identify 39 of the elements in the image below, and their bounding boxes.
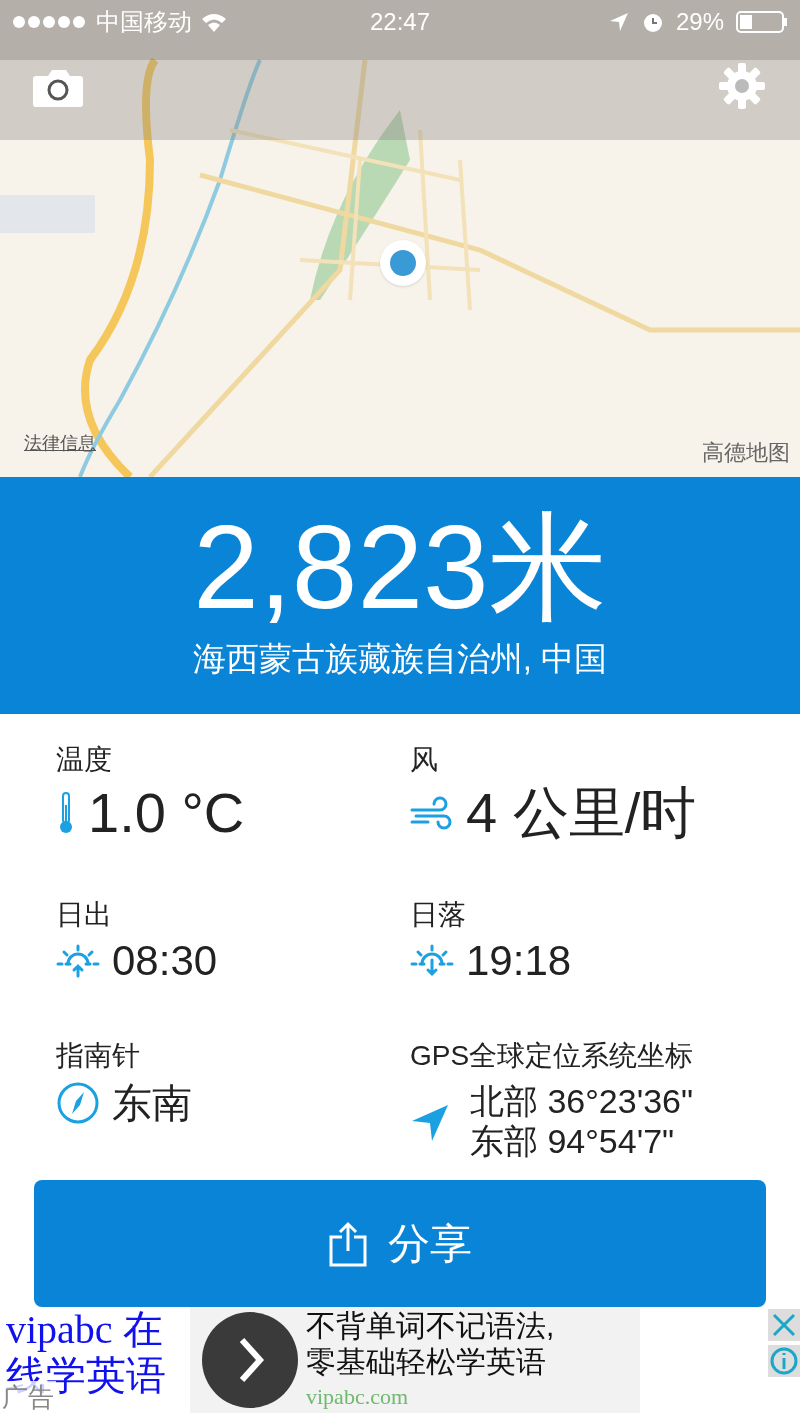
- stat-label: 温度: [56, 743, 113, 777]
- stat-label: GPS全球定位系统坐标: [410, 1039, 695, 1073]
- stat-label: 指南针: [56, 1039, 141, 1073]
- legal-info-link[interactable]: 法律信息: [24, 430, 96, 457]
- chevron-right-icon[interactable]: [202, 1312, 298, 1408]
- status-time: 22:47: [369, 7, 431, 37]
- stat-label: 日落: [410, 898, 467, 932]
- region-name: 海西蒙古族藏族自治州, 中国: [192, 638, 608, 679]
- ad-text: 不背单词不记语法,: [306, 1307, 555, 1344]
- stat-value: 08:30: [112, 940, 218, 982]
- coordinate-text: 北部 36°23'36": [470, 1081, 694, 1121]
- stat-value: 1.0 °C: [88, 785, 245, 841]
- carrier-name: 中国移动: [96, 7, 192, 37]
- stat-value: 4 公里/时: [466, 785, 697, 841]
- battery-percent: 29%: [675, 7, 724, 37]
- settings-icon[interactable]: [718, 62, 766, 110]
- signal-icon: [12, 15, 88, 29]
- sunset-icon: [410, 944, 454, 978]
- stat-label: 日出: [56, 898, 113, 932]
- battery-icon: [736, 11, 788, 33]
- wifi-icon: [200, 11, 228, 33]
- share-icon: [328, 1220, 368, 1267]
- sunrise-icon: [56, 944, 100, 978]
- alarm-clock-icon: [641, 11, 664, 33]
- wind-icon: [410, 796, 454, 830]
- info-icon[interactable]: [768, 1345, 800, 1377]
- ad-text: 零基础轻松学英语: [306, 1343, 547, 1380]
- altitude-value: 2,823米: [193, 507, 607, 626]
- stat-value: 19:18: [466, 940, 572, 982]
- close-icon[interactable]: [768, 1309, 800, 1341]
- ad-url: vipabc.com: [306, 1382, 410, 1411]
- stat-label: 风: [410, 743, 439, 777]
- location-arrow-icon: [410, 1103, 450, 1143]
- compass-icon: [56, 1081, 100, 1125]
- stat-value: 东南: [112, 1083, 192, 1123]
- camera-icon[interactable]: [32, 68, 84, 108]
- map-attribution: 高德地图: [702, 439, 790, 467]
- share-button[interactable]: 分享: [34, 1180, 766, 1307]
- coordinate-text: 东部 94°54'7": [470, 1121, 676, 1161]
